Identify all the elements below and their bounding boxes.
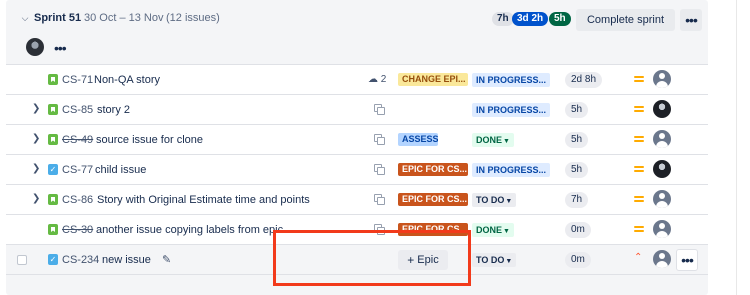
sprint-issue-count: (12 issues): [166, 12, 220, 24]
epic-badge[interactable]: EPIC FOR CS...: [398, 163, 468, 176]
story-icon: [48, 194, 58, 205]
epic-badge[interactable]: EPIC FOR CS...: [398, 193, 468, 206]
row-checkbox[interactable]: [17, 255, 27, 265]
estimate-badge: 2d 8h: [565, 72, 603, 88]
status-dropdown[interactable]: IN PROGRESS...: [472, 103, 551, 117]
child-issues-count: ☁︎ 2: [368, 74, 387, 85]
sprint-header: ⌵ Sprint 51 30 Oct – 13 Nov (12 issues) …: [6, 0, 708, 40]
issue-key[interactable]: CS-85: [62, 104, 93, 116]
status-label: TO DO: [476, 195, 505, 205]
chevron-right-icon[interactable]: ❯: [32, 103, 40, 114]
table-row[interactable]: ❯ CS-86 Story with Original Estimate tim…: [6, 185, 708, 215]
issue-summary[interactable]: new issue: [102, 254, 151, 266]
status-dropdown[interactable]: IN PROGRESS...: [472, 163, 551, 177]
epic-badge[interactable]: CHANGE EPI...: [398, 73, 468, 86]
table-row[interactable]: CS-71 Non-QA story ☁︎ 2 CHANGE EPI... IN…: [6, 65, 708, 95]
sprint-dates: 30 Oct – 13 Nov: [84, 12, 164, 24]
estimate-badge: 0m: [565, 222, 591, 238]
assignee-avatar[interactable]: [653, 70, 671, 88]
linked-issues-icon: [374, 104, 385, 115]
task-icon: ✓: [48, 164, 58, 175]
issue-summary[interactable]: story 2: [97, 104, 130, 116]
issue-key[interactable]: CS-86: [62, 194, 93, 206]
issue-key[interactable]: CS-71: [62, 74, 93, 86]
chevron-down-icon: ▼: [503, 138, 510, 145]
sprint-more-button[interactable]: •••: [680, 9, 702, 31]
chevron-down-icon[interactable]: ⌵: [20, 13, 30, 23]
linked-issues-icon: [374, 134, 385, 145]
estimate-badge: 5h: [565, 162, 589, 178]
story-icon: [48, 224, 58, 235]
issue-summary[interactable]: child issue: [95, 164, 146, 176]
medium-priority-icon: [634, 195, 644, 203]
more-icon: •••: [685, 12, 698, 28]
table-row[interactable]: ❯ ✓ CS-77 child issue EPIC FOR CS... IN …: [6, 155, 708, 185]
highest-priority-icon: ⌃: [634, 252, 643, 263]
avatar[interactable]: [26, 38, 44, 56]
medium-priority-icon: [634, 135, 644, 143]
row-more-button[interactable]: •••: [676, 249, 698, 271]
issue-summary[interactable]: Story with Original Estimate time and po…: [97, 194, 310, 206]
status-label: TO DO: [476, 255, 505, 265]
chevron-down-icon: ▼: [505, 198, 513, 205]
issue-key[interactable]: CS-234: [62, 254, 99, 266]
highlight-box: [273, 230, 471, 286]
linked-issues-icon: [374, 164, 385, 175]
status-label: DONE: [476, 225, 503, 235]
assignee-avatar[interactable]: [653, 250, 671, 268]
estimate-badge: 5h: [565, 132, 589, 148]
medium-priority-icon: [634, 165, 644, 173]
story-icon: [48, 134, 58, 145]
medium-priority-icon: [634, 105, 644, 113]
scrollbar[interactable]: [736, 0, 750, 295]
issue-key[interactable]: CS-77: [62, 164, 93, 176]
issue-key[interactable]: CS-30: [62, 224, 93, 236]
assignee-avatar[interactable]: [653, 220, 671, 238]
assignee-avatar[interactable]: [653, 100, 671, 118]
chevron-down-icon: ▼: [503, 228, 510, 235]
chevron-down-icon: ▼: [505, 258, 513, 265]
chevron-right-icon[interactable]: ❯: [32, 193, 40, 204]
todo-estimate-badge: 7h: [492, 12, 514, 26]
table-row[interactable]: ❯ CS-85 story 2 IN PROGRESS... 5h: [6, 95, 708, 125]
done-estimate-badge: 5h: [549, 12, 571, 26]
story-icon: [48, 74, 58, 85]
status-dropdown[interactable]: DONE▼: [472, 223, 514, 237]
assignee-avatar[interactable]: [653, 190, 671, 208]
table-row[interactable]: ❯ CS-49 source issue for clone ASSESS DO…: [6, 125, 708, 155]
issue-summary[interactable]: another issue copying labels from epic: [96, 224, 283, 236]
issue-key[interactable]: CS-49: [62, 134, 93, 146]
chevron-right-icon[interactable]: ❯: [32, 133, 40, 144]
assignee-avatar[interactable]: [653, 160, 671, 178]
child-count-value: 2: [380, 74, 387, 85]
in-progress-estimate-badge: 3d 2h: [512, 12, 549, 26]
estimate-badge: 7h: [565, 192, 589, 208]
task-icon: ✓: [48, 254, 58, 265]
issue-summary[interactable]: Non-QA story: [94, 74, 160, 86]
sprint-name: Sprint 51: [34, 12, 82, 24]
status-label: DONE: [476, 135, 503, 145]
linked-issues-icon: [374, 194, 385, 205]
complete-sprint-button[interactable]: Complete sprint: [576, 9, 675, 31]
story-icon: [48, 104, 58, 115]
chevron-right-icon[interactable]: ❯: [32, 163, 40, 174]
status-dropdown[interactable]: TO DO▼: [472, 193, 517, 207]
status-dropdown[interactable]: IN PROGRESS...: [472, 73, 551, 87]
more-assignees-icon[interactable]: •••: [54, 40, 67, 56]
more-icon: •••: [681, 252, 694, 268]
epic-badge[interactable]: ASSESS: [398, 133, 438, 146]
pencil-icon[interactable]: ✎: [162, 253, 171, 266]
medium-priority-icon: [634, 75, 644, 83]
status-dropdown[interactable]: DONE▼: [472, 133, 514, 147]
medium-priority-icon: [634, 225, 644, 233]
estimate-badge: 5h: [565, 102, 589, 118]
status-dropdown[interactable]: TO DO▼: [472, 253, 517, 267]
estimate-badge: 0m: [565, 252, 591, 268]
assignee-avatar[interactable]: [653, 130, 671, 148]
issue-summary[interactable]: source issue for clone: [96, 134, 203, 146]
